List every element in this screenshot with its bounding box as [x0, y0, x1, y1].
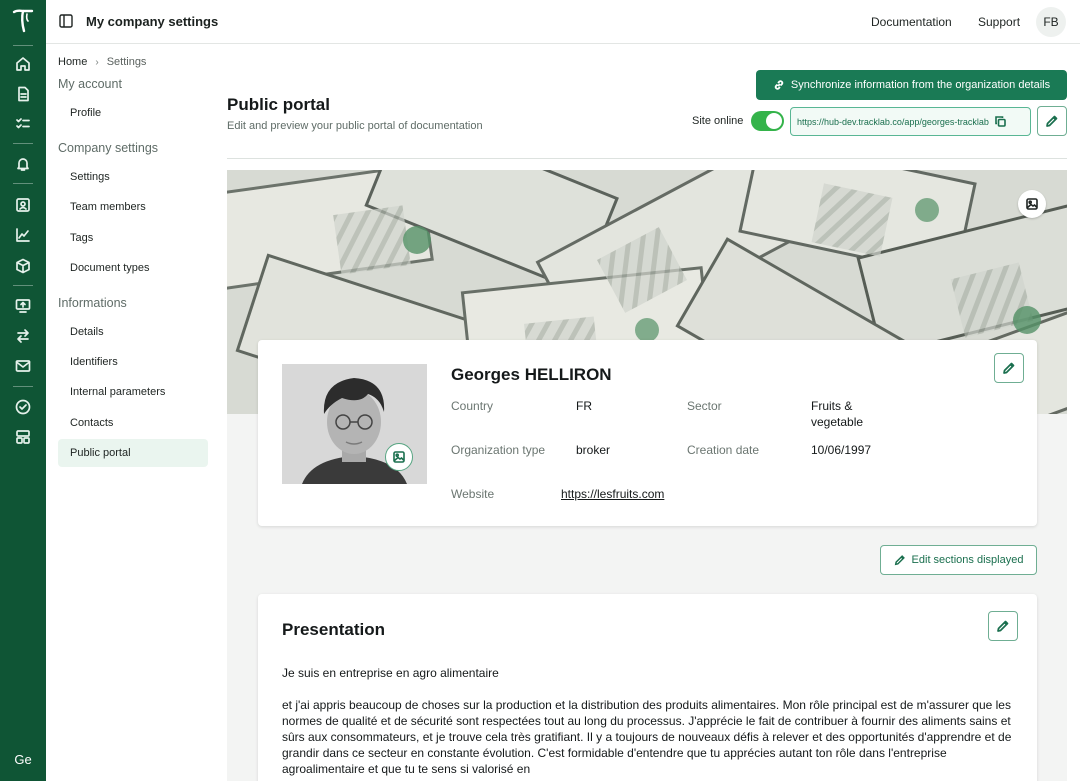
edit-url-button[interactable]	[1037, 106, 1067, 136]
support-link[interactable]: Support	[978, 15, 1020, 29]
app-logo[interactable]	[11, 8, 35, 34]
creation-date-label: Creation date	[687, 443, 760, 457]
sector-value: Fruits & vegetable	[811, 399, 864, 429]
sidebar-item-tags[interactable]: Tags	[58, 224, 208, 252]
sidebar-item-settings[interactable]: Settings	[58, 163, 208, 191]
creation-date-value: 10/06/1997	[811, 443, 872, 457]
page-subtitle: Edit and preview your public portal of d…	[227, 120, 483, 132]
chevron-right-icon: ›	[95, 56, 99, 68]
package-icon[interactable]	[13, 256, 33, 276]
presentation-title: Presentation	[282, 620, 385, 639]
presentation-card: Presentation Je suis en entreprise en ag…	[258, 594, 1037, 781]
link-icon	[774, 80, 784, 90]
edit-presentation-button[interactable]	[988, 611, 1018, 641]
sync-button-label: Synchronize information from the organiz…	[790, 79, 1051, 91]
change-banner-button[interactable]	[1018, 190, 1046, 218]
copy-icon[interactable]	[995, 116, 1006, 127]
edit-sections-button[interactable]: Edit sections displayed	[880, 545, 1037, 575]
website-label: Website	[451, 487, 495, 501]
page-title-topbar: My company settings	[86, 14, 219, 29]
toggle-sidebar-icon[interactable]	[59, 14, 73, 28]
pencil-icon	[1046, 115, 1058, 127]
group-my-account: My account	[58, 77, 122, 91]
presentation-body: et j'ai appris beaucoup de choses sur la…	[282, 698, 1012, 776]
group-informations: Informations	[58, 296, 127, 310]
toggle-knob	[766, 113, 782, 129]
organization-name: Georges HELLIRON	[451, 365, 612, 384]
sidebar-item-document-types[interactable]: Document types	[58, 254, 208, 282]
document-icon[interactable]	[13, 84, 33, 104]
transfer-icon[interactable]	[13, 326, 33, 346]
user-avatar[interactable]: FB	[1036, 7, 1066, 37]
site-online-toggle[interactable]	[751, 111, 784, 131]
pencil-icon	[1003, 362, 1015, 374]
monitor-upload-icon[interactable]	[13, 296, 33, 316]
site-online-label: Site online	[692, 115, 744, 127]
country-label: Country	[451, 399, 494, 413]
contact-card-icon[interactable]	[13, 195, 33, 215]
org-type-label: Organization type	[451, 443, 546, 457]
portal-url: https://hub-dev.tracklab.co/app/georges-…	[797, 116, 989, 127]
edit-organization-button[interactable]	[994, 353, 1024, 383]
sidebar-item-details[interactable]: Details	[58, 318, 208, 346]
home-icon[interactable]	[13, 54, 33, 74]
country-value: FR	[576, 399, 592, 413]
sidebar-item-internal-parameters[interactable]: Internal parameters	[58, 378, 208, 406]
image-icon	[1026, 198, 1038, 210]
pencil-icon	[894, 555, 905, 566]
documentation-link[interactable]: Documentation	[871, 15, 952, 29]
sidebar-item-contacts[interactable]: Contacts	[58, 409, 208, 437]
sidebar-item-profile[interactable]: Profile	[58, 99, 208, 127]
sidebar-item-public-portal[interactable]: Public portal	[58, 439, 208, 467]
sidebar-item-identifiers[interactable]: Identifiers	[58, 348, 208, 376]
breadcrumb-home[interactable]: Home	[58, 56, 87, 68]
pencil-icon	[997, 620, 1009, 632]
app-rail: Ge	[0, 0, 46, 781]
change-photo-button[interactable]	[385, 443, 413, 471]
sector-label: Sector	[687, 399, 722, 413]
presentation-intro: Je suis en entreprise en agro alimentair…	[282, 666, 499, 680]
portal-preview: Georges HELLIRON Country FR Sector Fruit…	[227, 170, 1067, 781]
mail-icon[interactable]	[13, 356, 33, 376]
portal-url-field[interactable]: https://hub-dev.tracklab.co/app/georges-…	[790, 107, 1031, 136]
bell-icon[interactable]	[13, 154, 33, 174]
website-link[interactable]: https://lesfruits.com	[561, 486, 664, 502]
workspace-badge[interactable]: Ge	[0, 752, 46, 767]
sync-button[interactable]: Synchronize information from the organiz…	[756, 70, 1067, 100]
top-bar: My company settings Documentation Suppor…	[46, 0, 1080, 44]
image-icon	[393, 451, 405, 463]
page-title: Public portal	[227, 95, 330, 114]
checklist-icon[interactable]	[13, 114, 33, 134]
org-type-value: broker	[576, 443, 611, 457]
sidebar-item-team-members[interactable]: Team members	[58, 193, 208, 221]
check-circle-icon[interactable]	[13, 397, 33, 417]
main-content: Synchronize information from the organiz…	[222, 44, 1080, 781]
edit-sections-label: Edit sections displayed	[911, 554, 1024, 566]
group-company-settings: Company settings	[58, 141, 159, 155]
dashboard-icon[interactable]	[13, 427, 33, 447]
header-divider	[227, 158, 1067, 159]
organization-card: Georges HELLIRON Country FR Sector Fruit…	[258, 340, 1037, 526]
breadcrumb-current: Settings	[106, 56, 147, 68]
chart-icon[interactable]	[13, 225, 33, 245]
breadcrumb: Home › Settings	[58, 56, 146, 68]
settings-sidebar: Home › Settings My account Profile Compa…	[46, 44, 222, 781]
